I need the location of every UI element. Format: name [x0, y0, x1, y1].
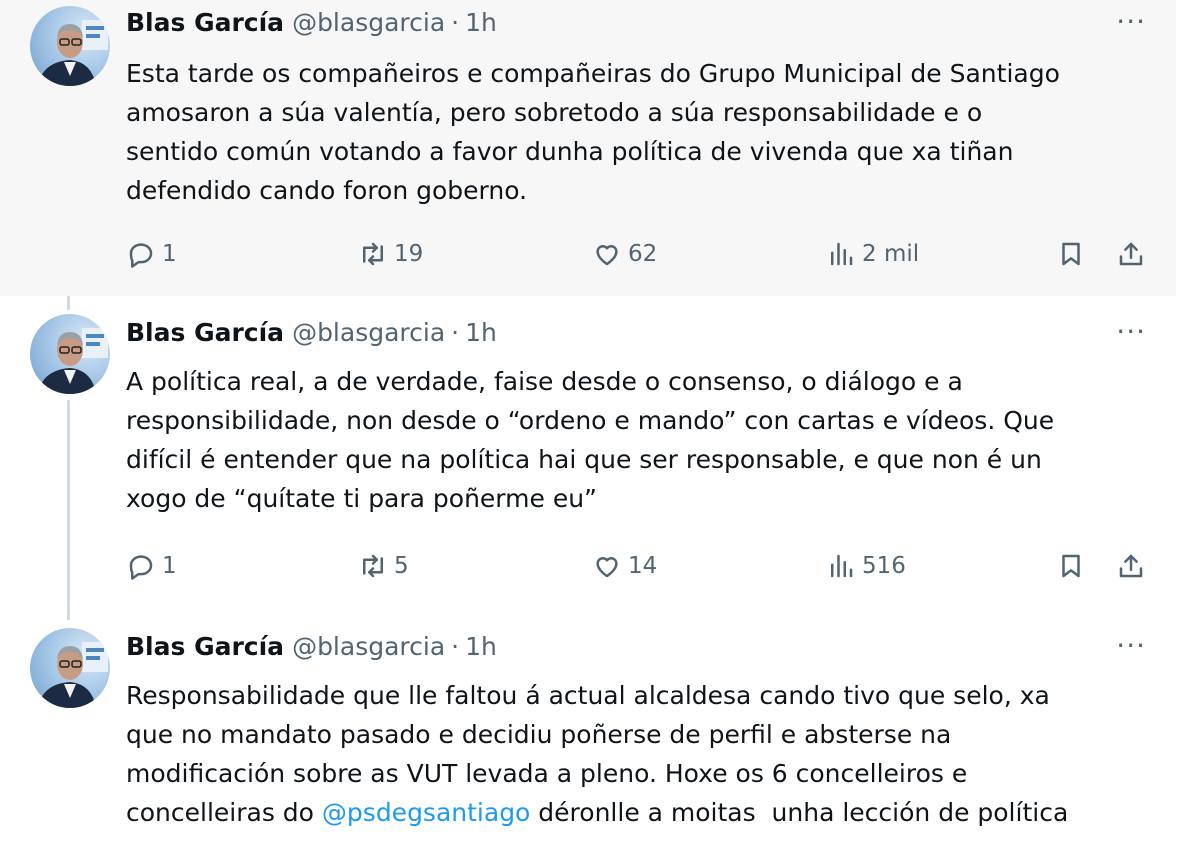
tweet-text-line: amosaron a súa valentía, pero sobretodo … — [126, 98, 983, 127]
retweet-button[interactable]: 19 — [358, 234, 423, 274]
author-name[interactable]: Blas García — [126, 632, 284, 661]
tweet-text-line: xogo de “quítate ti para poñerme eu” — [126, 484, 598, 513]
views-count: 2 mil — [862, 241, 920, 267]
separator-dot: · — [451, 318, 460, 347]
tweet-text-line: A política real, a de verdade, faise des… — [126, 367, 963, 396]
like-icon — [596, 245, 618, 266]
separator-dot: · — [451, 632, 460, 661]
like-button[interactable]: 62 — [592, 234, 657, 274]
retweet-count: 19 — [394, 241, 424, 267]
like-count: 62 — [628, 241, 658, 267]
tweet-text-line: que no mandato pasado e decidiu poñerse … — [126, 720, 952, 749]
reply-icon — [129, 555, 153, 580]
retweet-count: 5 — [394, 553, 409, 579]
bookmark-icon — [1062, 242, 1080, 266]
views-button[interactable]: 516 — [826, 546, 906, 586]
author-handle[interactable]: @blasgarcia — [292, 8, 445, 37]
tweet-header: Blas García @blasgarcia · 1h — [126, 318, 497, 352]
tweet-text-line: defendido cando foron goberno. — [126, 176, 528, 205]
avatar[interactable] — [30, 314, 110, 394]
more-icon[interactable]: ··· — [1116, 8, 1146, 36]
tweet-text-segment: concelleiras do — [126, 798, 322, 827]
tweet-text: A política real, a de verdade, faise des… — [126, 362, 1156, 518]
share-button[interactable] — [1116, 546, 1152, 586]
more-icon[interactable]: ··· — [1116, 318, 1146, 346]
reply-button[interactable]: 1 — [126, 546, 177, 586]
bookmark-icon — [1062, 554, 1080, 578]
avatar[interactable] — [30, 628, 110, 708]
tweet-text-segment: déronlle a moitas unha lección de políti… — [530, 798, 1069, 827]
tweet-actions: 1 19 62 2 mil — [126, 234, 1156, 274]
tweet-text-line: modificación sobre as VUT levada a pleno… — [126, 759, 968, 788]
views-count: 516 — [862, 553, 906, 579]
like-button[interactable]: 14 — [592, 546, 657, 586]
like-icon — [596, 557, 618, 578]
reply-icon — [129, 243, 153, 268]
author-name[interactable]: Blas García — [126, 8, 284, 37]
tweet-timestamp[interactable]: 1h — [465, 318, 497, 347]
avatar[interactable] — [30, 6, 110, 86]
tweet-text-line: sentido común votando a favor dunha polí… — [126, 137, 1014, 166]
tweet-text-line: Responsabilidade que lle faltou á actual… — [126, 681, 1050, 710]
author-handle[interactable]: @blasgarcia — [292, 318, 445, 347]
tweet-text: Esta tarde os compañeiros e compañeiras … — [126, 54, 1156, 210]
reply-count: 1 — [162, 553, 177, 579]
tweet-text-line: Esta tarde os compañeiros e compañeiras … — [126, 59, 1060, 88]
bookmark-button[interactable] — [1056, 234, 1092, 274]
bookmark-button[interactable] — [1056, 546, 1092, 586]
retweet-icon — [363, 242, 383, 266]
tweet-header: Blas García @blasgarcia · 1h — [126, 8, 497, 42]
reply-count: 1 — [162, 241, 177, 267]
tweet-text-line: concelleiras do @psdegsantiago déronlle … — [126, 793, 1156, 832]
separator-dot: · — [451, 8, 460, 37]
like-count: 14 — [628, 553, 658, 579]
retweet-button[interactable]: 5 — [358, 546, 409, 586]
share-icon — [1119, 554, 1143, 578]
tweet-3[interactable]: Blas García @blasgarcia · 1h ··· Respons… — [0, 608, 1176, 858]
more-icon[interactable]: ··· — [1116, 632, 1146, 660]
views-icon — [831, 554, 853, 578]
share-button[interactable] — [1116, 234, 1152, 274]
tweet-2[interactable]: Blas García @blasgarcia · 1h ··· A polít… — [0, 296, 1176, 608]
views-button[interactable]: 2 mil — [826, 234, 919, 274]
tweet-timestamp[interactable]: 1h — [465, 8, 497, 37]
tweet-text: Responsabilidade que lle faltou á actual… — [126, 676, 1156, 832]
author-name[interactable]: Blas García — [126, 318, 284, 347]
tweet-1[interactable]: Blas García @blasgarcia · 1h ··· Esta ta… — [0, 0, 1176, 296]
tweet-text-line: difícil é entender que na política hai q… — [126, 445, 1042, 474]
mention-link[interactable]: @psdegsantiago — [322, 798, 530, 827]
author-handle[interactable]: @blasgarcia — [292, 632, 445, 661]
views-icon — [831, 242, 853, 266]
tweet-timestamp[interactable]: 1h — [465, 632, 497, 661]
tweet-text-line: responsibilidade, non desde o “ordeno e … — [126, 406, 1055, 435]
tweet-header: Blas García @blasgarcia · 1h — [126, 632, 497, 666]
retweet-icon — [363, 554, 383, 578]
reply-button[interactable]: 1 — [126, 234, 177, 274]
tweet-actions: 1 5 14 516 — [126, 546, 1156, 586]
share-icon — [1119, 242, 1143, 266]
